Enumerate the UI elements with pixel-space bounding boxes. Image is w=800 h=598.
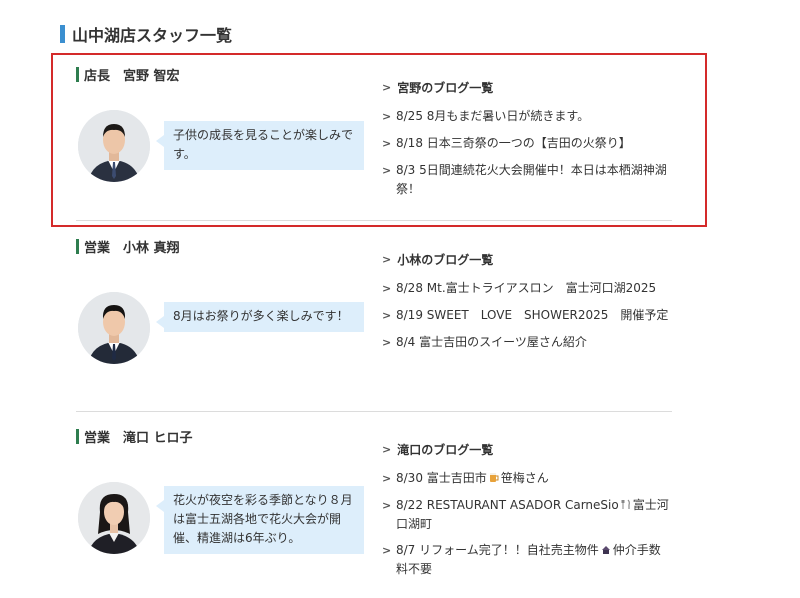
blog-list-title: 滝口のブログ一覧	[397, 443, 494, 457]
message-text: 花火が夜空を彩る季節となり８月は富士五湖各地で花火大会が開催、精進湖は6年ぶり。	[173, 493, 353, 545]
blog-post-link[interactable]: >8/30 富士吉田市 笹梅さん	[382, 469, 672, 488]
chevron-right-icon: >	[382, 253, 392, 266]
staff-name: 営業 滝口 ヒロ子	[76, 428, 193, 446]
blog-list: > 小林のブログ一覧 >8/28 Mt.富士トライアスロン 富士河口湖2025 …	[382, 238, 672, 352]
staff-name: 営業 小林 真翔	[76, 238, 180, 256]
chevron-right-icon: >	[382, 336, 392, 349]
message-bubble: 8月はお祭りが多く楽しみです！	[156, 302, 364, 332]
house-icon	[601, 546, 610, 554]
name-accent-bar	[76, 238, 79, 254]
blog-list-link[interactable]: > 滝口のブログ一覧	[382, 441, 672, 459]
blog-post-link[interactable]: >8/19 SWEET LOVE SHOWER2025 開催予定	[382, 306, 672, 325]
page-title-text: 山中湖店スタッフ一覧	[72, 26, 233, 45]
message-bubble: 花火が夜空を彩る季節となり８月は富士五湖各地で花火大会が開催、精進湖は6年ぶり。	[156, 486, 364, 554]
blog-post-link[interactable]: >8/22 RESTAURANT ASADOR CarneSio 富士河口湖町	[382, 496, 672, 533]
chevron-right-icon: >	[382, 309, 392, 322]
chevron-right-icon: >	[382, 544, 392, 557]
fork-knife-icon	[621, 499, 630, 509]
chevron-right-icon: >	[382, 443, 392, 456]
page-title: 山中湖店スタッフ一覧	[60, 24, 233, 45]
blog-post-title: 8/22 RESTAURANT ASADOR CarneSio	[396, 498, 619, 512]
blog-post-title: 8/30 富士吉田市	[396, 471, 487, 485]
staff-name-text: 営業 小林 真翔	[84, 240, 180, 256]
blog-list-link[interactable]: > 小林のブログ一覧	[382, 251, 672, 269]
female-portrait-icon	[78, 482, 150, 554]
divider	[76, 411, 672, 412]
title-accent-bar	[60, 25, 65, 43]
staff-card-takiguchi: 営業 滝口 ヒロ子 花火が夜空を彩る季節となり８月は富士五湖各地で花火大会が開催…	[76, 428, 676, 593]
name-accent-bar	[76, 428, 79, 444]
blog-post-link[interactable]: >8/7 リフォーム完了！！自社売主物件 仲介手数料不要	[382, 541, 672, 578]
message-text: 8月はお祭りが多く楽しみです！	[173, 309, 349, 323]
blog-post-link[interactable]: >8/28 Mt.富士トライアスロン 富士河口湖2025	[382, 279, 672, 298]
blog-post-title: 8/7 リフォーム完了！！自社売主物件	[396, 543, 599, 557]
chevron-right-icon: >	[382, 499, 392, 512]
blog-list: > 滝口のブログ一覧 >8/30 富士吉田市 笹梅さん >8/22 RESTAUR…	[382, 428, 672, 578]
staff-card-kobayashi: 営業 小林 真翔 8月はお祭りが多く楽しみです！ > 小林のブログ一覧 >8/2…	[76, 238, 676, 413]
beer-icon	[489, 473, 499, 482]
highlight-box	[51, 53, 707, 227]
avatar[interactable]	[78, 482, 150, 554]
blog-post-link[interactable]: >8/4 富士吉田のスイーツ屋さん紹介	[382, 333, 672, 352]
staff-name-text: 営業 滝口 ヒロ子	[84, 430, 193, 446]
blog-post-title: 8/28 Mt.富士トライアスロン 富士河口湖2025	[396, 281, 657, 295]
blog-post-title: 8/19 SWEET LOVE SHOWER2025 開催予定	[396, 308, 669, 322]
blog-post-title-suffix: 笹梅さん	[500, 471, 549, 485]
avatar[interactable]	[78, 292, 150, 364]
blog-post-title: 8/4 富士吉田のスイーツ屋さん紹介	[396, 335, 587, 349]
male-portrait-icon	[78, 292, 150, 364]
chevron-right-icon: >	[382, 472, 392, 485]
chevron-right-icon: >	[382, 282, 392, 295]
blog-list-title: 小林のブログ一覧	[397, 253, 494, 267]
